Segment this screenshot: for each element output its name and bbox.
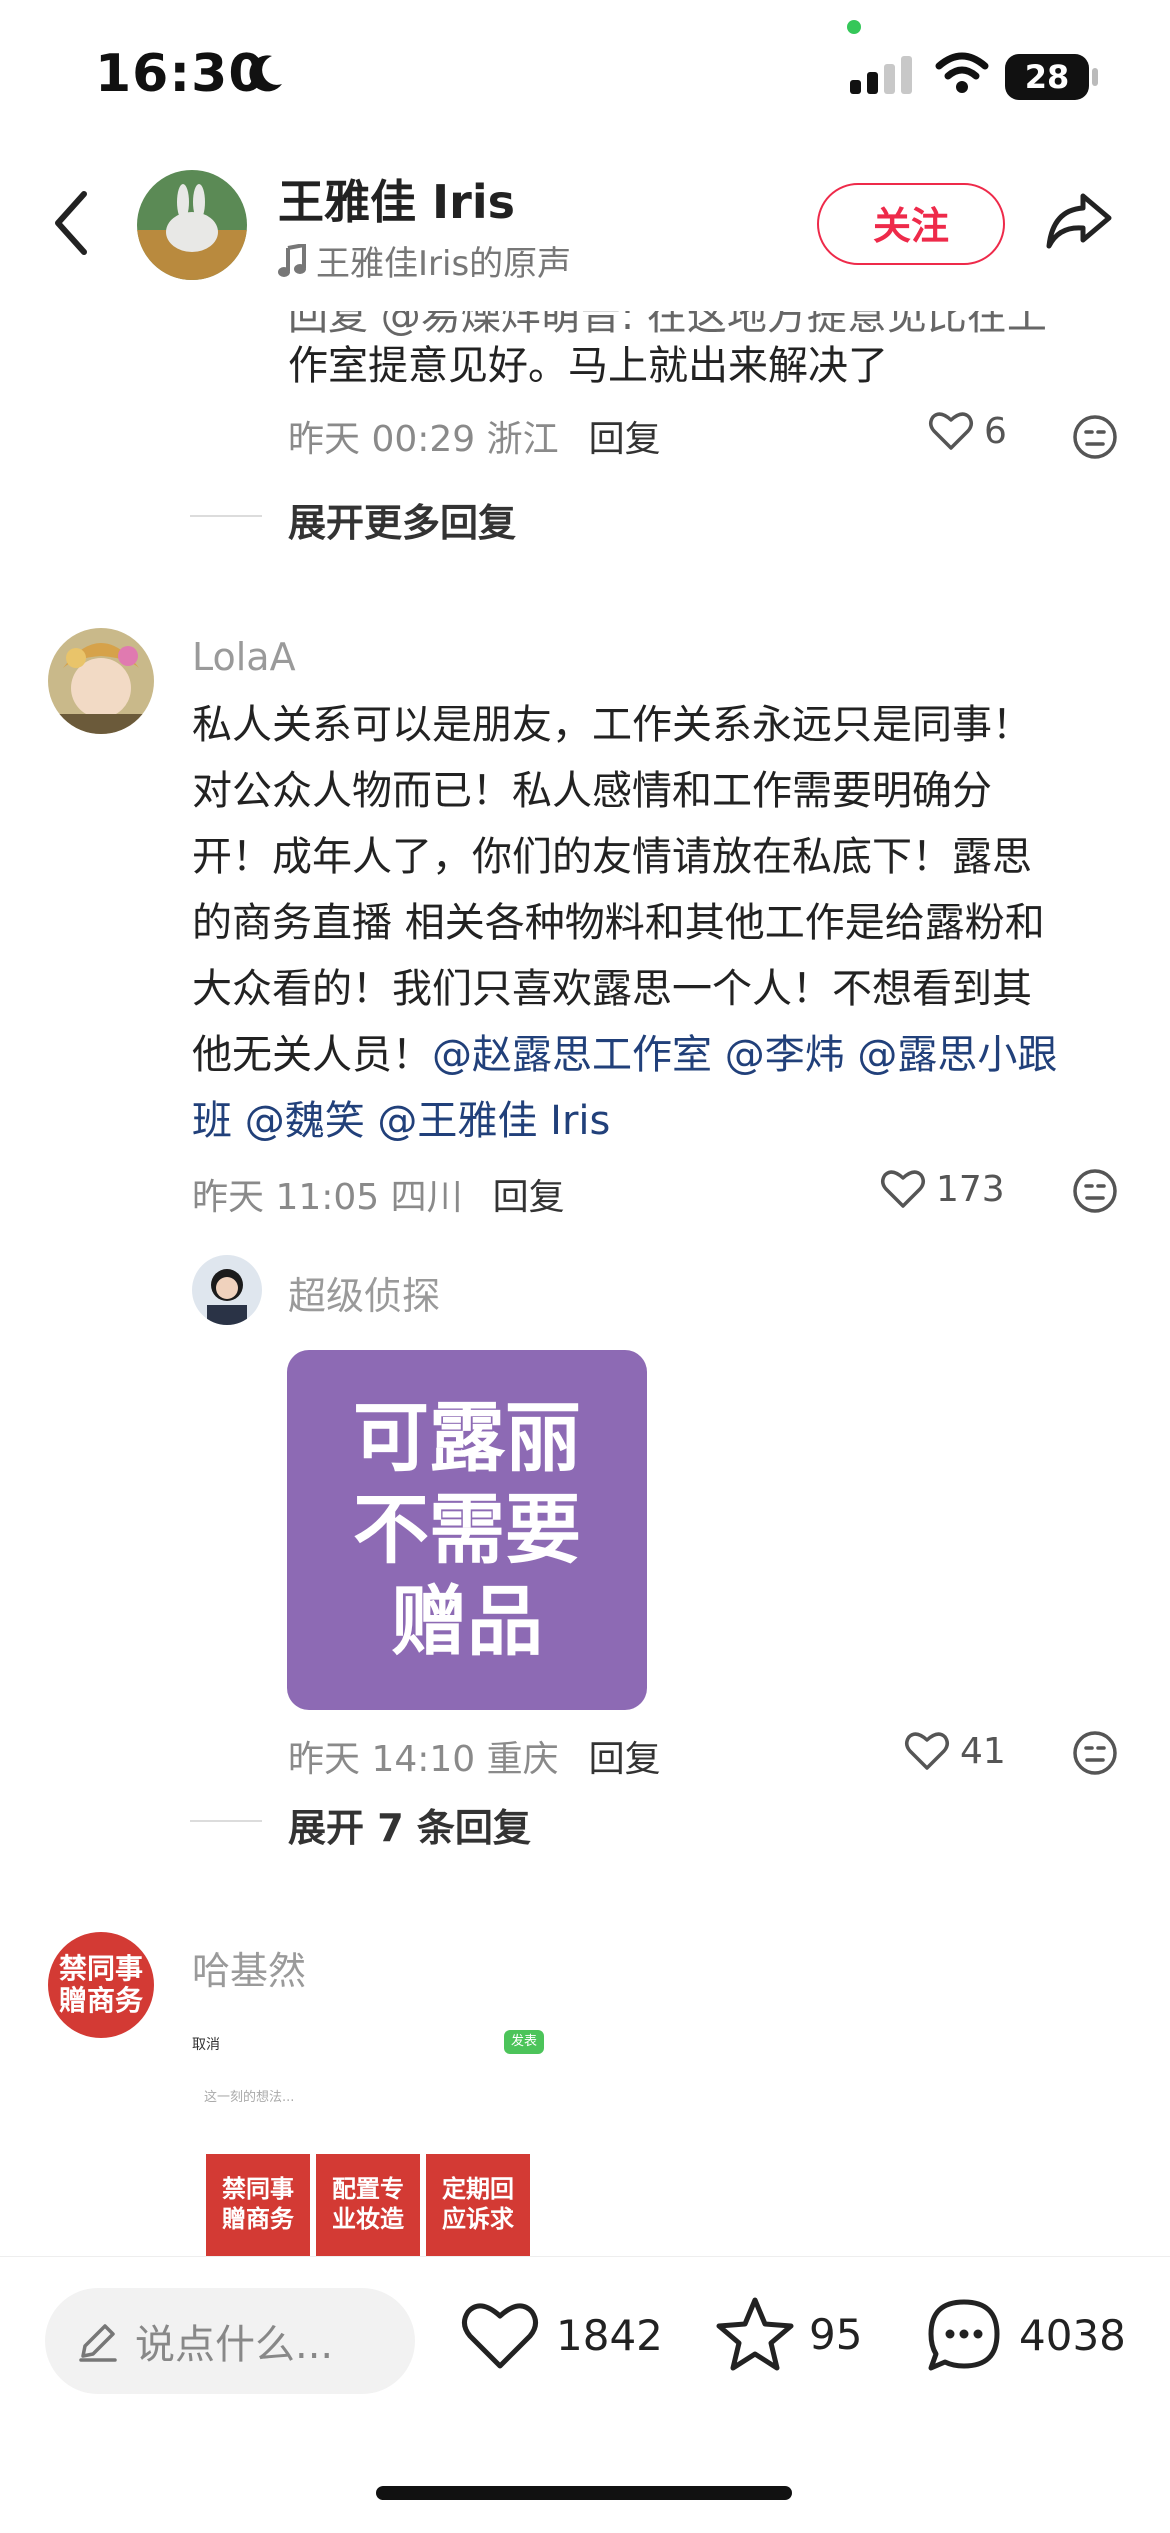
moon-icon — [242, 52, 286, 100]
comment-meta: 昨天 11:05 四川 回复 — [192, 1168, 565, 1220]
battery-level: 28 — [1005, 54, 1089, 100]
comment-text: 他无关人员！ — [192, 1032, 432, 1078]
home-indicator — [376, 2486, 792, 2500]
reply-image-text: 赠品 — [391, 1577, 543, 1666]
comment-username[interactable]: LolaA — [192, 635, 296, 679]
heart-icon — [905, 1732, 949, 1770]
comment-text-line: 的商务直播 相关各种物料和其他工作是给露粉和 — [192, 900, 1045, 946]
post-favorite-count: 95 — [809, 2309, 863, 2359]
reply-prev-like-count: 6 — [984, 410, 1007, 452]
comment-time: 昨天 11:05 四川 — [192, 1177, 463, 1218]
reply-time: 昨天 14:10 重庆 — [288, 1739, 559, 1780]
avatar[interactable]: 禁同事 贈商务 — [48, 1932, 154, 2038]
reply-prev-reply-button[interactable]: 回复 — [589, 419, 661, 460]
comment-like[interactable]: 173 — [880, 1168, 1005, 1210]
like-count: 41 — [960, 1730, 1006, 1772]
heart-icon — [462, 2303, 538, 2369]
shot-tile-text: 应诉求 — [442, 2205, 514, 2233]
comment-image[interactable]: 取消 发表 这一刻的想法... 禁同事 贈商务 配置专 业妆造 定期回 应诉求 — [192, 2020, 572, 2256]
music-note-icon — [278, 243, 306, 277]
mention-links[interactable]: @赵露思工作室 @李炜 @露思小跟 — [432, 1032, 1057, 1078]
comment-username[interactable]: 哈基然 — [192, 1940, 306, 1995]
dislike-icon[interactable] — [1072, 414, 1118, 464]
pencil-icon — [79, 2324, 117, 2362]
post-comment-button[interactable]: 4038 — [925, 2296, 1126, 2374]
shot-tile: 禁同事 贈商务 — [206, 2154, 310, 2256]
dislike-icon[interactable] — [1072, 1730, 1118, 1780]
reply-button[interactable]: 回复 — [589, 1739, 661, 1780]
post-like-button[interactable]: 1842 — [460, 2298, 663, 2372]
reply-image-text: 可露丽 — [353, 1393, 581, 1482]
wifi-icon — [935, 52, 989, 98]
shot-cancel: 取消 — [192, 2037, 220, 2053]
post-comment-count: 4038 — [1019, 2310, 1126, 2360]
follow-button[interactable]: 关注 — [817, 183, 1005, 265]
comment-bubble-icon — [928, 2299, 1000, 2371]
divider — [190, 1820, 262, 1822]
reply-like[interactable]: 41 — [904, 1730, 1006, 1772]
signal-icon — [850, 54, 914, 100]
shot-tile: 定期回 应诉求 — [426, 2154, 530, 2256]
comment-input-placeholder: 说点什么... — [135, 2322, 334, 2368]
mention-links[interactable]: 班 @魏笑 @王雅佳 Iris — [192, 1088, 610, 1154]
status-time: 16:30 — [95, 44, 266, 104]
reply-username[interactable]: 超级侦探 — [288, 1265, 440, 1320]
star-icon — [716, 2297, 794, 2371]
author-name[interactable]: 王雅佳 Iris — [278, 166, 515, 232]
shot-tile-text: 定期回 — [442, 2175, 514, 2203]
shot-tile-text: 业妆造 — [332, 2205, 404, 2233]
avatar[interactable] — [48, 628, 154, 734]
comment-text-line: 对公众人物而已！私人感情和工作需要明确分 — [192, 768, 992, 814]
comment-input[interactable]: 说点什么... — [45, 2288, 415, 2394]
battery-nub — [1092, 68, 1098, 86]
reply-prev-time: 昨天 00:29 浙江 — [288, 419, 559, 460]
comment-text-line: 大众看的！我们只喜欢露思一个人！不想看到其 — [192, 966, 1032, 1012]
avatar-text: 贈商务 — [58, 1984, 143, 2017]
privacy-indicator — [847, 20, 861, 34]
shot-tile-text: 禁同事 — [222, 2175, 294, 2203]
shot-placeholder: 这一刻的想法... — [204, 2090, 295, 2105]
back-icon[interactable] — [52, 190, 92, 260]
expand-more-replies[interactable]: 展开更多回复 — [288, 492, 516, 547]
heart-icon — [929, 412, 973, 450]
reply-image-text: 不需要 — [353, 1485, 581, 1574]
post-favorite-button[interactable]: 95 — [715, 2294, 862, 2374]
avatar-text: 禁同事 — [58, 1952, 143, 1985]
original-sound-label: 王雅佳Iris的原声 — [316, 244, 572, 284]
comment-text-line: 开！成年人了，你们的友情请放在私底下！露思 — [192, 834, 1032, 880]
divider — [190, 515, 262, 517]
like-count: 173 — [936, 1168, 1005, 1210]
expand-replies[interactable]: 展开 7 条回复 — [288, 1797, 531, 1852]
comment-text-line: 他无关人员！@赵露思工作室 @李炜 @露思小跟 — [192, 1022, 1057, 1088]
reply-prev-meta: 昨天 00:29 浙江 回复 — [288, 410, 661, 462]
shot-tile-text: 配置专 — [332, 2175, 404, 2203]
reply-image[interactable]: 可露丽 不需要 赠品 — [287, 1350, 647, 1710]
reply-meta: 昨天 14:10 重庆 回复 — [288, 1730, 661, 1782]
shot-post-button: 发表 — [504, 2030, 544, 2054]
share-icon[interactable] — [1045, 190, 1113, 254]
comment-text-line: 私人关系可以是朋友，工作关系永远只是同事！ — [192, 702, 1032, 748]
reply-prev-text: 作室提意见好。马上就出来解决了 — [288, 343, 888, 389]
avatar[interactable] — [192, 1255, 262, 1325]
reply-prev-like[interactable]: 6 — [928, 410, 1007, 452]
reply-button[interactable]: 回复 — [493, 1177, 565, 1218]
original-sound[interactable]: 王雅佳Iris的原声 — [278, 236, 571, 285]
heart-icon — [881, 1170, 925, 1208]
shot-tile-text: 贈商务 — [222, 2205, 294, 2233]
post-like-count: 1842 — [556, 2310, 663, 2360]
dislike-icon[interactable] — [1072, 1168, 1118, 1218]
shot-tile: 配置专 业妆造 — [316, 2154, 420, 2256]
author-avatar[interactable] — [137, 170, 247, 280]
